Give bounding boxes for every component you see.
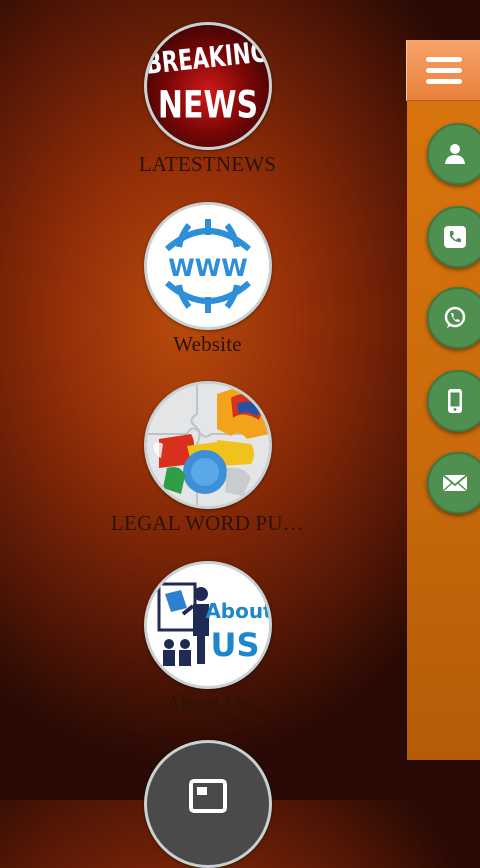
app-grid: BREAKING NEWS LATESTNEWS WWW Website LEG… [0,0,410,868]
tile-latestnews[interactable]: BREAKING NEWS LATESTNEWS [95,22,320,177]
tile-label: Website [173,332,242,356]
phone-icon [444,226,466,248]
news-icon [143,740,272,868]
about-text: About [205,599,269,623]
breaking-text: BREAKING [147,35,269,81]
contact-button[interactable] [427,123,480,185]
mobile-icon [448,389,462,413]
envelope-icon [442,474,468,492]
hamburger-menu-icon[interactable] [406,40,480,101]
email-button[interactable] [427,452,480,514]
call-button[interactable] [427,206,480,268]
puzzle-icon [143,381,272,509]
www-globe-icon: WWW [143,202,272,330]
breaking-news-icon: BREAKING NEWS [143,22,272,150]
tile-about-us[interactable]: About US About Us [95,561,320,716]
tile-label: LEGAL WORD PU… [111,511,304,535]
tile-news[interactable] [95,740,320,868]
mobile-button[interactable] [427,370,480,432]
news-text: NEWS [157,83,257,127]
tile-website[interactable]: WWW Website [95,202,320,357]
about-us-icon: About US [143,561,272,689]
us-text: US [210,626,259,664]
www-text: WWW [168,254,247,282]
tile-label: About Us [166,691,249,715]
tile-legal-word-puzzle[interactable]: LEGAL WORD PU… [95,381,320,536]
person-icon [445,144,465,164]
tile-label: LATESTNEWS [138,152,277,176]
whatsapp-icon [444,306,466,328]
whatsapp-button[interactable] [427,287,480,349]
